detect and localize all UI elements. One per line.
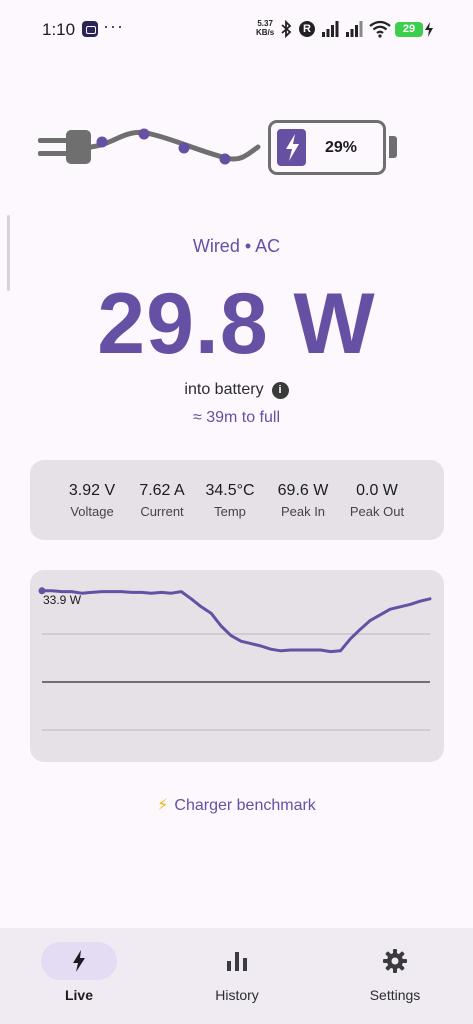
status-time: 1:10: [42, 20, 76, 39]
info-icon[interactable]: i: [271, 382, 289, 399]
stat-label: Temp: [214, 504, 246, 519]
lightning-icon: ⚡: [157, 797, 169, 814]
nav-settings[interactable]: Settings: [316, 928, 473, 1024]
bottom-navigation: Live History Settings: [0, 928, 473, 1024]
app-notification-icon: [82, 21, 98, 37]
stats-card: 3.92 V Voltage 7.62 A Current 34.5°C Tem…: [30, 460, 444, 540]
stat-label: Peak In: [280, 504, 326, 519]
nav-label: Settings: [369, 987, 421, 1003]
stat-value: 3.92 V: [68, 482, 116, 499]
nav-live[interactable]: Live: [0, 928, 158, 1024]
stat-peak-in: 69.6 W Peak In: [263, 481, 343, 521]
stat-temp: 34.5°C Temp: [190, 481, 270, 521]
cable-dot: [219, 153, 231, 165]
signal-icon: [322, 21, 339, 37]
charger-benchmark-button[interactable]: ⚡ Charger benchmark: [0, 795, 473, 815]
stat-voltage: 3.92 V Voltage: [52, 481, 132, 521]
r-badge-icon: R: [299, 21, 315, 37]
chart-series-line: [40, 589, 432, 654]
stat-value: 0.0 W: [356, 482, 398, 499]
network-speed-unit: KB/s: [256, 28, 275, 37]
plug-icon: [38, 130, 91, 164]
status-battery-icon: 29: [395, 22, 423, 37]
cable-dot: [96, 136, 108, 148]
battery-fill: [277, 129, 306, 166]
stat-value: 69.6 W: [277, 482, 329, 499]
power-readout: 29.8 W: [97, 276, 376, 372]
battery-terminal: [389, 136, 397, 158]
bluetooth-icon: [281, 20, 292, 38]
status-bar: 1:10 ··· 5.37 KB/s R 29: [0, 0, 473, 60]
power-direction-label: into battery: [184, 381, 264, 398]
signal-icon-2: [346, 21, 363, 37]
power-chart: [38, 587, 432, 731]
charging-source: Wired • AC: [192, 236, 281, 256]
nav-label: Live: [64, 987, 93, 1003]
cable-dot: [138, 128, 150, 140]
bar-chart-icon: [227, 952, 247, 971]
network-speed: 5.37 KB/s: [256, 19, 274, 37]
battery-graphic: 29%: [268, 120, 386, 175]
nav-history[interactable]: History: [158, 928, 316, 1024]
wifi-icon: [369, 20, 391, 38]
stat-value: 34.5°C: [205, 482, 255, 499]
power-chart-card: 33.9 W: [30, 570, 444, 762]
network-speed-value: 5.37: [257, 19, 273, 28]
cable: [88, 129, 261, 162]
bolt-icon: [73, 950, 85, 972]
nav-label: History: [215, 987, 259, 1003]
time-to-full: ≈ 39m to full: [192, 409, 281, 426]
gear-icon: [383, 949, 407, 973]
lightning-icon: [286, 134, 299, 161]
charger-benchmark-label: Charger benchmark: [174, 797, 316, 814]
more-notifications-icon: ···: [103, 16, 124, 36]
power-direction-row: into battery i: [0, 381, 473, 399]
chart-peak-label: 33.9 W: [43, 593, 82, 607]
stat-peak-out: 0.0 W Peak Out: [337, 481, 417, 521]
battery-percent: 29%: [325, 139, 358, 156]
charging-bolt-icon: [425, 22, 433, 37]
stat-label: Voltage: [70, 504, 114, 519]
cable-dot: [178, 142, 190, 154]
stat-label: Peak Out: [349, 504, 405, 519]
